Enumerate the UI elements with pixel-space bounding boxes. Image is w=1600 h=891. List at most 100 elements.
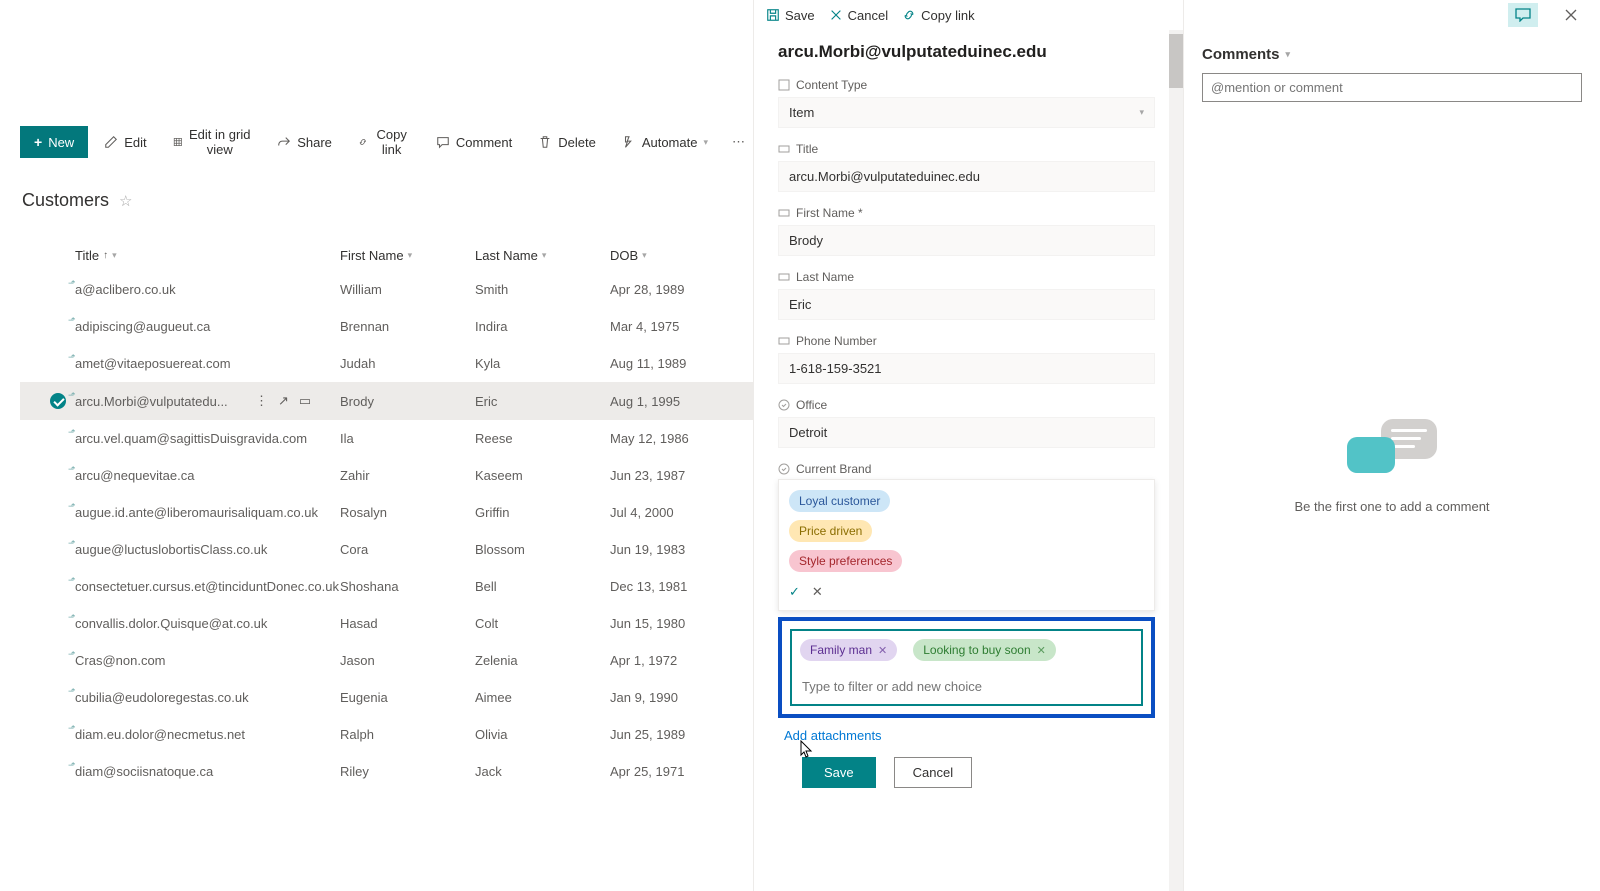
delete-button[interactable]: Delete bbox=[528, 128, 606, 157]
panel-copylink-button[interactable]: Copy link bbox=[902, 8, 974, 23]
column-dob[interactable]: DOB ▾ bbox=[610, 248, 750, 263]
table-row[interactable]: ⬏a@aclibero.co.ukWilliamSmithApr 28, 198… bbox=[20, 271, 753, 308]
selected-tag-buysoon[interactable]: Looking to buy soon ✕ bbox=[913, 639, 1056, 661]
phone-input[interactable]: 1-618-159-3521 bbox=[778, 353, 1155, 384]
cell-title: ⬏a@aclibero.co.uk bbox=[75, 282, 340, 297]
cell-fn: Brennan bbox=[340, 319, 475, 334]
comments-toggle-icon[interactable] bbox=[1508, 3, 1538, 27]
choice-option-price[interactable]: Price driven bbox=[789, 520, 872, 542]
table-row[interactable]: ⬏arcu.vel.quam@sagittisDuisgravida.comIl… bbox=[20, 420, 753, 457]
firstname-label: First Name * bbox=[778, 206, 1155, 220]
cell-title-text: adipiscing@augueut.ca bbox=[75, 319, 210, 334]
title-input[interactable]: arcu.Morbi@vulputateduinec.edu bbox=[778, 161, 1155, 192]
column-title[interactable]: Title ↑ ▾ bbox=[75, 248, 340, 263]
automate-label: Automate bbox=[642, 135, 698, 150]
column-lastname[interactable]: Last Name ▾ bbox=[475, 248, 610, 263]
table-row[interactable]: ⬏augue.id.ante@liberomaurisaliquam.co.uk… bbox=[20, 494, 753, 531]
content-type-select[interactable]: Item ▾ bbox=[778, 97, 1155, 128]
share-button[interactable]: Share bbox=[267, 128, 342, 157]
cell-ln: Griffin bbox=[475, 505, 610, 520]
cell-title: ⬏arcu.vel.quam@sagittisDuisgravida.com bbox=[75, 431, 340, 446]
table-row[interactable]: ⬏augue@luctuslobortisClass.co.ukCoraBlos… bbox=[20, 531, 753, 568]
firstname-input[interactable]: Brody bbox=[778, 225, 1155, 256]
cell-title-text: Cras@non.com bbox=[75, 653, 166, 668]
more-button[interactable]: ⋯ bbox=[724, 127, 753, 157]
close-panel-icon[interactable] bbox=[1556, 3, 1586, 27]
cell-dob: May 12, 1986 bbox=[610, 431, 750, 446]
cell-fn: Jason bbox=[340, 653, 475, 668]
table-row[interactable]: ⬏convallis.dolor.Quisque@at.co.ukHasadCo… bbox=[20, 605, 753, 642]
table-row[interactable]: ⬏arcu.Morbi@vulputatedu...⋮↗▭BrodyEricAu… bbox=[20, 382, 753, 420]
panel-toolbar: Save Cancel Copy link bbox=[754, 0, 1183, 30]
confirm-icon[interactable]: ✓ bbox=[789, 584, 800, 600]
column-firstname[interactable]: First Name ▾ bbox=[340, 248, 475, 263]
remove-tag-icon[interactable]: ✕ bbox=[878, 644, 887, 657]
favorite-star-icon[interactable]: ☆ bbox=[119, 192, 132, 210]
comment-button[interactable]: Comment bbox=[426, 128, 522, 157]
col-fn-label: First Name bbox=[340, 248, 404, 263]
row-more-icon[interactable]: ⋮ bbox=[255, 393, 268, 409]
table-row[interactable]: ⬏adipiscing@augueut.caBrennanIndiraMar 4… bbox=[20, 308, 753, 345]
title-value: arcu.Morbi@vulputateduinec.edu bbox=[789, 169, 980, 184]
save-button[interactable]: Save bbox=[802, 757, 876, 788]
row-share-icon[interactable]: ↗ bbox=[278, 393, 289, 409]
table-row[interactable]: ⬏arcu@nequevitae.caZahirKaseemJun 23, 19… bbox=[20, 457, 753, 494]
cell-fn: Riley bbox=[340, 764, 475, 779]
scrollbar-thumb[interactable] bbox=[1169, 34, 1183, 88]
tag-filter-input[interactable] bbox=[800, 675, 1133, 698]
choice-option-loyal[interactable]: Loyal customer bbox=[789, 490, 890, 512]
text-icon bbox=[778, 335, 790, 347]
cell-fn: Brody bbox=[340, 394, 475, 409]
table-row[interactable]: ⬏Cras@non.comJasonZeleniaApr 1, 1972 bbox=[20, 642, 753, 679]
table-row[interactable]: ⬏diam@sociisnatoque.caRileyJackApr 25, 1… bbox=[20, 753, 753, 790]
office-label: Office bbox=[778, 398, 1155, 412]
cancel-button[interactable]: Cancel bbox=[894, 757, 972, 788]
cell-dob: Apr 28, 1989 bbox=[610, 282, 750, 297]
title-label: Title bbox=[778, 142, 1155, 156]
table-row[interactable]: ⬏cubilia@eudoloregestas.co.ukEugeniaAime… bbox=[20, 679, 753, 716]
copylink-button[interactable]: Copy link bbox=[348, 120, 420, 164]
content-type-value: Item bbox=[789, 105, 814, 120]
chevron-down-icon: ▾ bbox=[542, 250, 547, 261]
cell-title: ⬏arcu@nequevitae.ca bbox=[75, 468, 340, 483]
edit-button[interactable]: Edit bbox=[94, 128, 156, 157]
cell-title: ⬏convallis.dolor.Quisque@at.co.uk bbox=[75, 616, 340, 631]
panel-scrollbar[interactable] bbox=[1169, 30, 1183, 891]
office-value: Detroit bbox=[789, 425, 827, 440]
cell-fn: Shoshana bbox=[340, 579, 475, 594]
row-comment-icon[interactable]: ▭ bbox=[299, 393, 311, 409]
dismiss-icon[interactable]: ✕ bbox=[812, 584, 823, 600]
table-row[interactable]: ⬏diam.eu.dolor@necmetus.netRalphOliviaJu… bbox=[20, 716, 753, 753]
tag-buysoon-label: Looking to buy soon bbox=[923, 643, 1030, 657]
table-row[interactable]: ⬏amet@vitaeposuereat.comJudahKylaAug 11,… bbox=[20, 345, 753, 382]
edit-grid-button[interactable]: Edit in grid view bbox=[163, 120, 262, 164]
item-indicator-icon: ⬏ bbox=[68, 352, 76, 363]
selected-tag-family[interactable]: Family man ✕ bbox=[800, 639, 897, 661]
table-row[interactable]: ⬏consectetuer.cursus.et@tinciduntDonec.c… bbox=[20, 568, 753, 605]
text-icon bbox=[778, 143, 790, 155]
panel-save-button[interactable]: Save bbox=[766, 8, 815, 23]
office-input[interactable]: Detroit bbox=[778, 417, 1155, 448]
add-attachments-link[interactable]: Add attachments bbox=[784, 728, 1155, 743]
cell-title-text: amet@vitaeposuereat.com bbox=[75, 356, 231, 371]
currentbrand-label: Current Brand bbox=[778, 462, 1155, 476]
cell-dob: Aug 1, 1995 bbox=[610, 394, 750, 409]
chevron-down-icon: ▾ bbox=[1139, 107, 1144, 118]
automate-button[interactable]: Automate ▾ bbox=[612, 128, 718, 157]
edit-grid-label: Edit in grid view bbox=[188, 127, 251, 157]
tag-input-area[interactable]: Family man ✕ Looking to buy soon ✕ bbox=[790, 629, 1143, 706]
list-command-bar: + New Edit Edit in grid view Share Copy … bbox=[20, 120, 753, 164]
cell-ln: Reese bbox=[475, 431, 610, 446]
choice-option-style[interactable]: Style preferences bbox=[789, 550, 902, 572]
lastname-input[interactable]: Eric bbox=[778, 289, 1155, 320]
cell-fn: Eugenia bbox=[340, 690, 475, 705]
panel-cancel-button[interactable]: Cancel bbox=[829, 8, 888, 23]
remove-tag-icon[interactable]: ✕ bbox=[1037, 644, 1046, 657]
highlight-box: Family man ✕ Looking to buy soon ✕ bbox=[778, 617, 1155, 718]
item-indicator-icon: ⬏ bbox=[68, 315, 76, 326]
new-button[interactable]: + New bbox=[20, 126, 88, 158]
list-title: Customers bbox=[22, 190, 109, 211]
comments-empty-state: Be the first one to add a comment bbox=[1184, 42, 1600, 891]
item-indicator-icon: ⬏ bbox=[68, 760, 76, 771]
choice-icon bbox=[778, 399, 790, 411]
